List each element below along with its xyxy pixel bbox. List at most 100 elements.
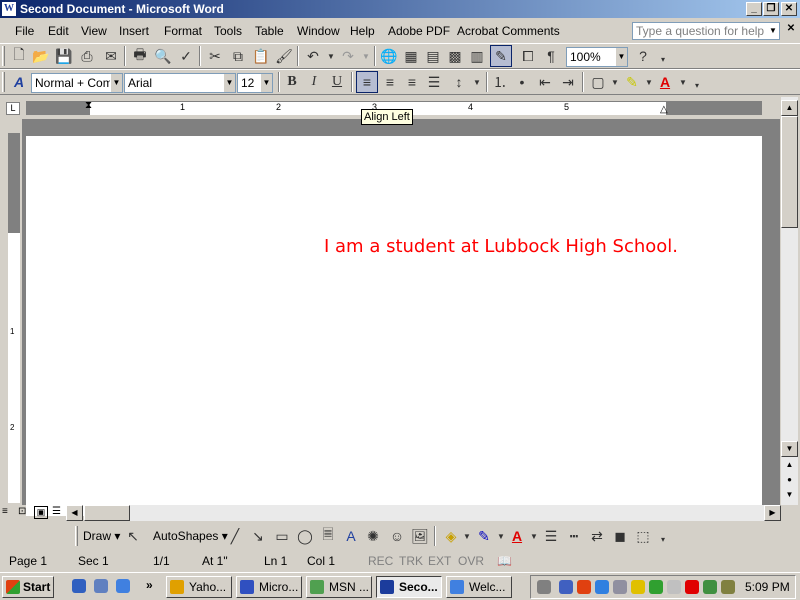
italic-icon[interactable]: I bbox=[303, 71, 325, 93]
select-objects-icon[interactable]: ↖ bbox=[122, 525, 144, 547]
minimize-button[interactable]: _ bbox=[746, 2, 762, 16]
chevron-down-icon[interactable]: ▼ bbox=[260, 74, 272, 92]
arrow-icon[interactable]: ↘ bbox=[247, 525, 269, 547]
line-style-icon[interactable]: ☰ bbox=[540, 525, 562, 547]
tray-app-icon[interactable] bbox=[703, 580, 717, 594]
email-icon[interactable]: ✉ bbox=[100, 45, 122, 67]
document-text[interactable]: I am a student at Lubbock High School. bbox=[324, 236, 678, 257]
insert-picture-icon[interactable]: 🖼 bbox=[409, 525, 431, 547]
tray-app-icon[interactable] bbox=[721, 580, 735, 594]
columns-icon[interactable]: ▥ bbox=[466, 45, 488, 67]
chevron-down-icon[interactable]: ▼ bbox=[223, 74, 235, 92]
spelling-status-icon[interactable]: 📖 bbox=[497, 554, 512, 568]
justify-icon[interactable]: ☰ bbox=[423, 71, 445, 93]
menu-format[interactable]: Format bbox=[164, 24, 202, 38]
save-icon[interactable]: 💾 bbox=[53, 45, 75, 67]
vertical-scrollbar[interactable]: ▲ ▼ ▲ ● ▼ bbox=[781, 97, 798, 505]
font-size-select[interactable]: 12 ▼ bbox=[237, 73, 273, 93]
line-spacing-dropdown-icon[interactable]: ▼ bbox=[466, 71, 488, 93]
clock[interactable]: 5:09 PM bbox=[745, 580, 790, 594]
arrow-style-icon[interactable]: ⇄ bbox=[586, 525, 608, 547]
bullets-icon[interactable]: • bbox=[511, 71, 533, 93]
toolbar-grip[interactable] bbox=[2, 46, 5, 66]
tab-selector[interactable]: L bbox=[6, 102, 20, 115]
menu-edit[interactable]: Edit bbox=[48, 24, 69, 38]
horizontal-scroll-track[interactable] bbox=[130, 505, 764, 521]
toolbar-grip[interactable] bbox=[75, 526, 78, 546]
toolbar-options-icon[interactable]: ▾ bbox=[686, 74, 708, 96]
security-icon[interactable] bbox=[577, 580, 591, 594]
scroll-down-icon[interactable]: ▼ bbox=[781, 441, 798, 457]
menu-table[interactable]: Table bbox=[255, 24, 284, 38]
document-map-icon[interactable]: ⧠ bbox=[517, 45, 539, 67]
more-quicklaunch-icon[interactable]: » bbox=[146, 578, 153, 592]
scroll-thumb[interactable] bbox=[781, 116, 798, 228]
toolbar-options-icon[interactable]: ▾ bbox=[652, 48, 674, 70]
menu-window[interactable]: Window bbox=[297, 24, 340, 38]
rectangle-icon[interactable]: ▭ bbox=[271, 525, 293, 547]
numbering-icon[interactable]: ⒈ bbox=[489, 71, 511, 93]
dash-style-icon[interactable]: ┅ bbox=[563, 525, 585, 547]
tray-app-icon[interactable] bbox=[537, 580, 551, 594]
drawing-icon[interactable]: ✎ bbox=[490, 45, 512, 67]
tray-app-icon[interactable] bbox=[667, 580, 681, 594]
task-micro[interactable]: Micro... bbox=[236, 576, 302, 598]
3d-style-icon[interactable]: ⬚ bbox=[632, 525, 654, 547]
zoom-select[interactable]: 100% ▼ bbox=[566, 47, 628, 67]
status-ext[interactable]: EXT bbox=[428, 554, 451, 568]
status-rec[interactable]: REC bbox=[368, 554, 393, 568]
menu-help[interactable]: Help bbox=[350, 24, 375, 38]
menu-adobe-pdf[interactable]: Adobe PDF bbox=[388, 24, 450, 38]
menu-acrobat-comments[interactable]: Acrobat Comments bbox=[457, 24, 560, 38]
print-layout-icon[interactable]: ▣ bbox=[34, 506, 48, 519]
open-icon[interactable]: 📂 bbox=[30, 45, 52, 67]
next-page-icon[interactable]: ▼ bbox=[781, 488, 798, 504]
select-browse-object-icon[interactable]: ● bbox=[781, 473, 798, 489]
help-icon[interactable]: ? bbox=[632, 45, 654, 67]
autoshapes-menu[interactable]: AutoShapes ▾ bbox=[153, 529, 228, 543]
restore-button[interactable]: ❐ bbox=[763, 2, 779, 16]
tray-app-icon[interactable] bbox=[613, 580, 627, 594]
help-dropdown-icon[interactable]: ▼ bbox=[766, 22, 780, 40]
draw-menu[interactable]: Draw ▾ bbox=[83, 529, 120, 543]
underline-icon[interactable]: U bbox=[326, 71, 348, 93]
close-button[interactable]: ✕ bbox=[781, 2, 797, 16]
line-icon[interactable]: ╱ bbox=[224, 525, 246, 547]
style-select[interactable]: Normal + Comic ▼ bbox=[31, 73, 123, 93]
internet-explorer-icon[interactable] bbox=[116, 579, 130, 593]
menu-insert[interactable]: Insert bbox=[119, 24, 149, 38]
diagram-icon[interactable]: ✺ bbox=[362, 525, 384, 547]
horizontal-scroll-thumb[interactable] bbox=[84, 505, 130, 521]
normal-view-icon[interactable]: ≡ bbox=[2, 506, 8, 517]
start-button[interactable]: Start bbox=[2, 576, 54, 598]
scroll-left-icon[interactable]: ◀ bbox=[66, 505, 83, 521]
insert-excel-icon[interactable]: ▩ bbox=[444, 45, 466, 67]
scroll-up-icon[interactable]: ▲ bbox=[781, 100, 798, 116]
status-ovr[interactable]: OVR bbox=[458, 554, 484, 568]
shadow-style-icon[interactable]: ◼ bbox=[609, 525, 631, 547]
indent-marker[interactable]: ⧗ bbox=[85, 100, 92, 111]
styles-formatting-icon[interactable]: A bbox=[8, 71, 30, 93]
paste-icon[interactable]: 📋 bbox=[250, 45, 272, 67]
outlook-icon[interactable] bbox=[94, 579, 108, 593]
document-page[interactable] bbox=[26, 136, 762, 516]
scroll-right-icon[interactable]: ▶ bbox=[764, 505, 781, 521]
show-desktop-icon[interactable] bbox=[72, 579, 86, 593]
network-icon[interactable] bbox=[559, 580, 573, 594]
task-welcome[interactable]: Welc... bbox=[446, 576, 512, 598]
word-icon[interactable]: W bbox=[2, 2, 16, 16]
task-yahoo[interactable]: Yaho... bbox=[166, 576, 232, 598]
align-left-icon[interactable]: ≡ bbox=[356, 71, 378, 93]
wordart-icon[interactable]: A bbox=[340, 525, 362, 547]
permission-icon[interactable]: ⎙ bbox=[76, 45, 98, 67]
insert-table-icon[interactable]: ▤ bbox=[422, 45, 444, 67]
help-search-input[interactable]: Type a question for help bbox=[632, 22, 780, 40]
menu-view[interactable]: View bbox=[81, 24, 107, 38]
oval-icon[interactable]: ◯ bbox=[294, 525, 316, 547]
chevron-down-icon[interactable]: ▼ bbox=[110, 74, 122, 92]
format-painter-icon[interactable]: 🖌 bbox=[273, 45, 295, 67]
clip-art-icon[interactable]: ☺ bbox=[386, 525, 408, 547]
toolbar-options-icon[interactable]: ▾ bbox=[652, 528, 674, 550]
show-hide-icon[interactable]: ¶ bbox=[540, 45, 562, 67]
messenger-icon[interactable] bbox=[595, 580, 609, 594]
